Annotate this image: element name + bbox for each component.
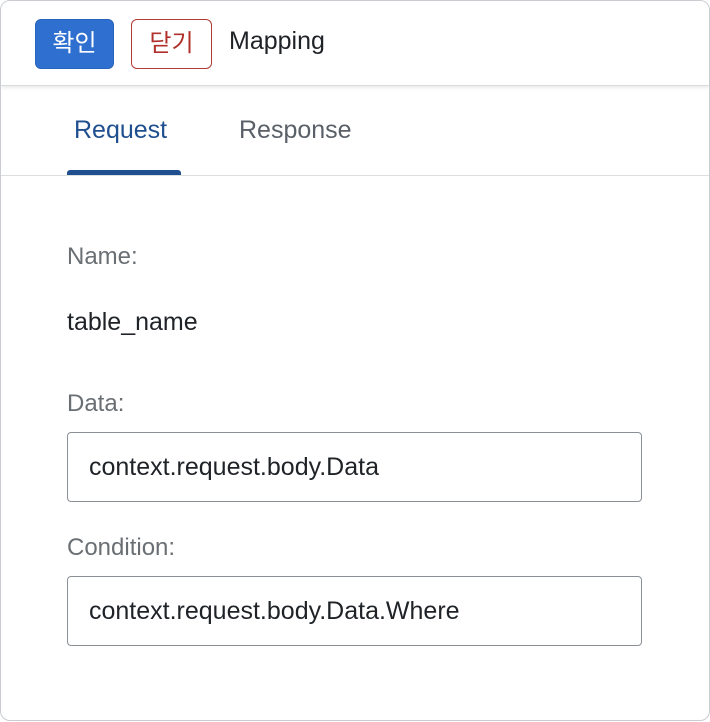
tab-bar: Request Response bbox=[1, 86, 709, 176]
name-value: table_name bbox=[67, 308, 198, 336]
confirm-button[interactable]: 확인 bbox=[35, 19, 114, 69]
dialog-title: Mapping bbox=[229, 27, 325, 55]
name-label: Name: bbox=[67, 243, 138, 270]
close-button[interactable]: 닫기 bbox=[131, 19, 212, 69]
data-input[interactable] bbox=[67, 432, 642, 502]
condition-input[interactable] bbox=[67, 576, 642, 646]
tab-request[interactable]: Request bbox=[74, 116, 167, 145]
tab-response[interactable]: Response bbox=[239, 116, 352, 145]
data-label: Data: bbox=[67, 390, 125, 417]
dialog-header: 확인 닫기 Mapping bbox=[1, 1, 709, 86]
condition-label: Condition: bbox=[67, 534, 176, 561]
active-tab-indicator bbox=[67, 170, 181, 175]
mapping-dialog: 확인 닫기 Mapping Request Response Name: tab… bbox=[0, 0, 710, 721]
